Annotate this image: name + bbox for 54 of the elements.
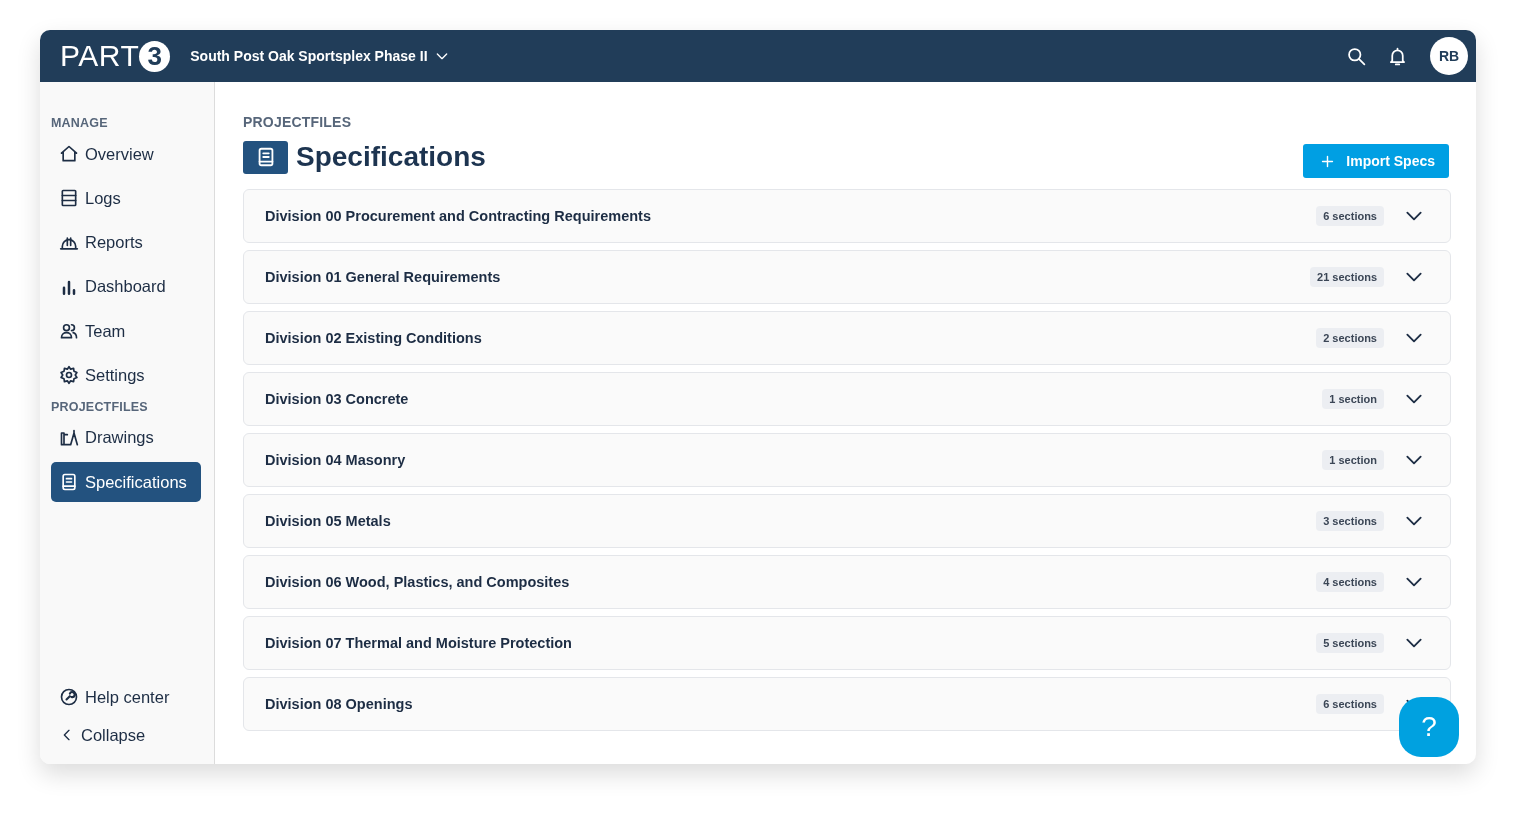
- division-title: Division 08 Openings: [265, 696, 413, 712]
- nav-item[interactable]: Overview: [51, 134, 201, 174]
- section-count: 3 sections: [1316, 511, 1384, 531]
- logo-text: PART: [60, 41, 140, 71]
- logo-mark: 3: [139, 40, 171, 72]
- project-selector[interactable]: South Post Oak Sportsplex Phase II: [190, 48, 450, 64]
- section-count: 1 section: [1322, 450, 1384, 470]
- section-count: 2 sections: [1316, 328, 1384, 348]
- book-icon: [243, 140, 288, 174]
- section-count: 6 sections: [1316, 206, 1384, 226]
- settings-icon: [59, 365, 79, 386]
- nav-item[interactable]: Settings: [51, 355, 201, 396]
- section-count: 21 sections: [1310, 267, 1384, 287]
- division-title: Division 00 Procurement and Contracting Requirements: [265, 208, 651, 224]
- division-title: Division 07 Thermal and Moisture Protection: [265, 635, 572, 651]
- division-title: Division 02 Existing Conditions: [265, 330, 482, 346]
- division-title: Division 06 Wood, Plastics, and Composites: [265, 574, 570, 590]
- search-icon[interactable]: [1346, 45, 1367, 67]
- user-avatar[interactable]: RB: [1430, 37, 1468, 75]
- division-row[interactable]: Division 02 Existing Conditions 2 sections: [243, 311, 1451, 365]
- nav-item[interactable]: Logs: [51, 178, 201, 219]
- home-icon: [59, 144, 79, 164]
- book-icon: [59, 472, 79, 493]
- division-title: Division 05 Metals: [265, 513, 391, 529]
- nav-item[interactable]: Specifications: [51, 462, 201, 503]
- nav-item[interactable]: Collapse: [51, 718, 201, 752]
- section-count: 1 section: [1322, 389, 1384, 409]
- nav-item[interactable]: Dashboard: [51, 266, 201, 307]
- drafting-icon: [59, 427, 79, 448]
- section-count: 6 sections: [1316, 694, 1384, 714]
- division-row[interactable]: Division 03 Concrete 1 section: [243, 372, 1451, 426]
- team-icon: [59, 321, 79, 342]
- bell-icon[interactable]: [1387, 45, 1408, 67]
- division-row[interactable]: Division 04 Masonry 1 section: [243, 433, 1451, 487]
- list-icon: [59, 188, 79, 209]
- division-row[interactable]: Division 00 Procurement and Contracting Requirements 6 sections: [243, 189, 1451, 243]
- section-heading: MANAGE: [51, 116, 109, 130]
- page-title: Specifications: [296, 141, 486, 173]
- section-heading: PROJECTFILES: [51, 399, 149, 414]
- nav-item[interactable]: Reports: [51, 222, 201, 263]
- breadcrumb: PROJECTFILES: [243, 114, 353, 130]
- division-row[interactable]: Division 07 Thermal and Moisture Protection 5 sections: [243, 616, 1451, 670]
- division-title: Division 01 General Requirements: [265, 269, 501, 285]
- division-row[interactable]: Division 01 General Requirements 21 sections: [243, 250, 1451, 304]
- section-count: 5 sections: [1316, 633, 1384, 653]
- nav-item[interactable]: Drawings: [51, 417, 201, 458]
- nav-item[interactable]: Help center: [51, 680, 201, 714]
- division-row[interactable]: Division 05 Metals 3 sections: [243, 494, 1451, 548]
- nav-item[interactable]: Team: [51, 311, 201, 352]
- division-title: Division 03 Concrete: [265, 391, 409, 407]
- division-row[interactable]: Division 06 Wood, Plastics, and Composites 4 sections: [243, 555, 1451, 609]
- division-title: Division 04 Masonry: [265, 452, 406, 468]
- wrench-circle-icon: [59, 687, 79, 707]
- section-count: 4 sections: [1316, 572, 1384, 592]
